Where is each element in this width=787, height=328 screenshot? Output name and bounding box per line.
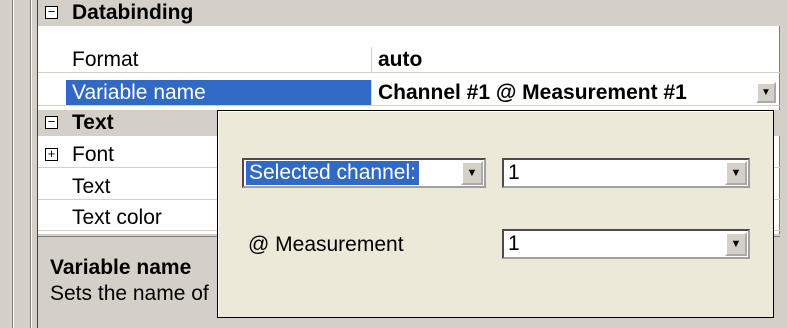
property-row-variable-name[interactable]: Variable name Channel #1 @ Measurement #… (38, 80, 780, 106)
frame-line (13, 0, 14, 328)
property-name: Variable name (66, 80, 372, 105)
property-name: Format (66, 47, 372, 72)
description-text: Sets the name of (50, 282, 209, 305)
dropdown-button[interactable]: ▼ (756, 82, 776, 103)
category-label: Databinding (72, 1, 194, 24)
measurement-select[interactable]: 1 ▼ (502, 229, 750, 259)
channel-value: 1 (508, 161, 520, 184)
chevron-down-icon[interactable]: ▼ (725, 161, 747, 185)
channel-select[interactable]: 1 ▼ (502, 158, 750, 188)
collapse-icon[interactable]: − (45, 5, 58, 19)
window-frame (0, 0, 38, 328)
description-title: Variable name (50, 256, 192, 279)
expand-icon[interactable]: + (45, 147, 58, 161)
chevron-down-icon[interactable]: ▼ (461, 161, 483, 185)
property-value[interactable]: Channel #1 @ Measurement #1 (372, 80, 780, 105)
chevron-down-icon[interactable]: ▼ (725, 232, 747, 256)
category-databinding[interactable]: − Databinding (38, 0, 780, 26)
property-value[interactable]: auto (372, 47, 780, 72)
frame-line (31, 0, 32, 328)
measurement-label: @ Measurement (248, 233, 404, 256)
collapse-icon[interactable]: − (45, 115, 58, 129)
variable-picker-popup: Selected channel: ▼ 1 ▼ @ Measurement 1 … (217, 110, 774, 318)
category-label: Text (72, 111, 114, 134)
measurement-value: 1 (508, 232, 520, 255)
channel-mode-select[interactable]: Selected channel: ▼ (242, 158, 486, 188)
channel-mode-selected: Selected channel: (246, 161, 419, 185)
property-row-format[interactable]: Format auto (38, 47, 780, 73)
